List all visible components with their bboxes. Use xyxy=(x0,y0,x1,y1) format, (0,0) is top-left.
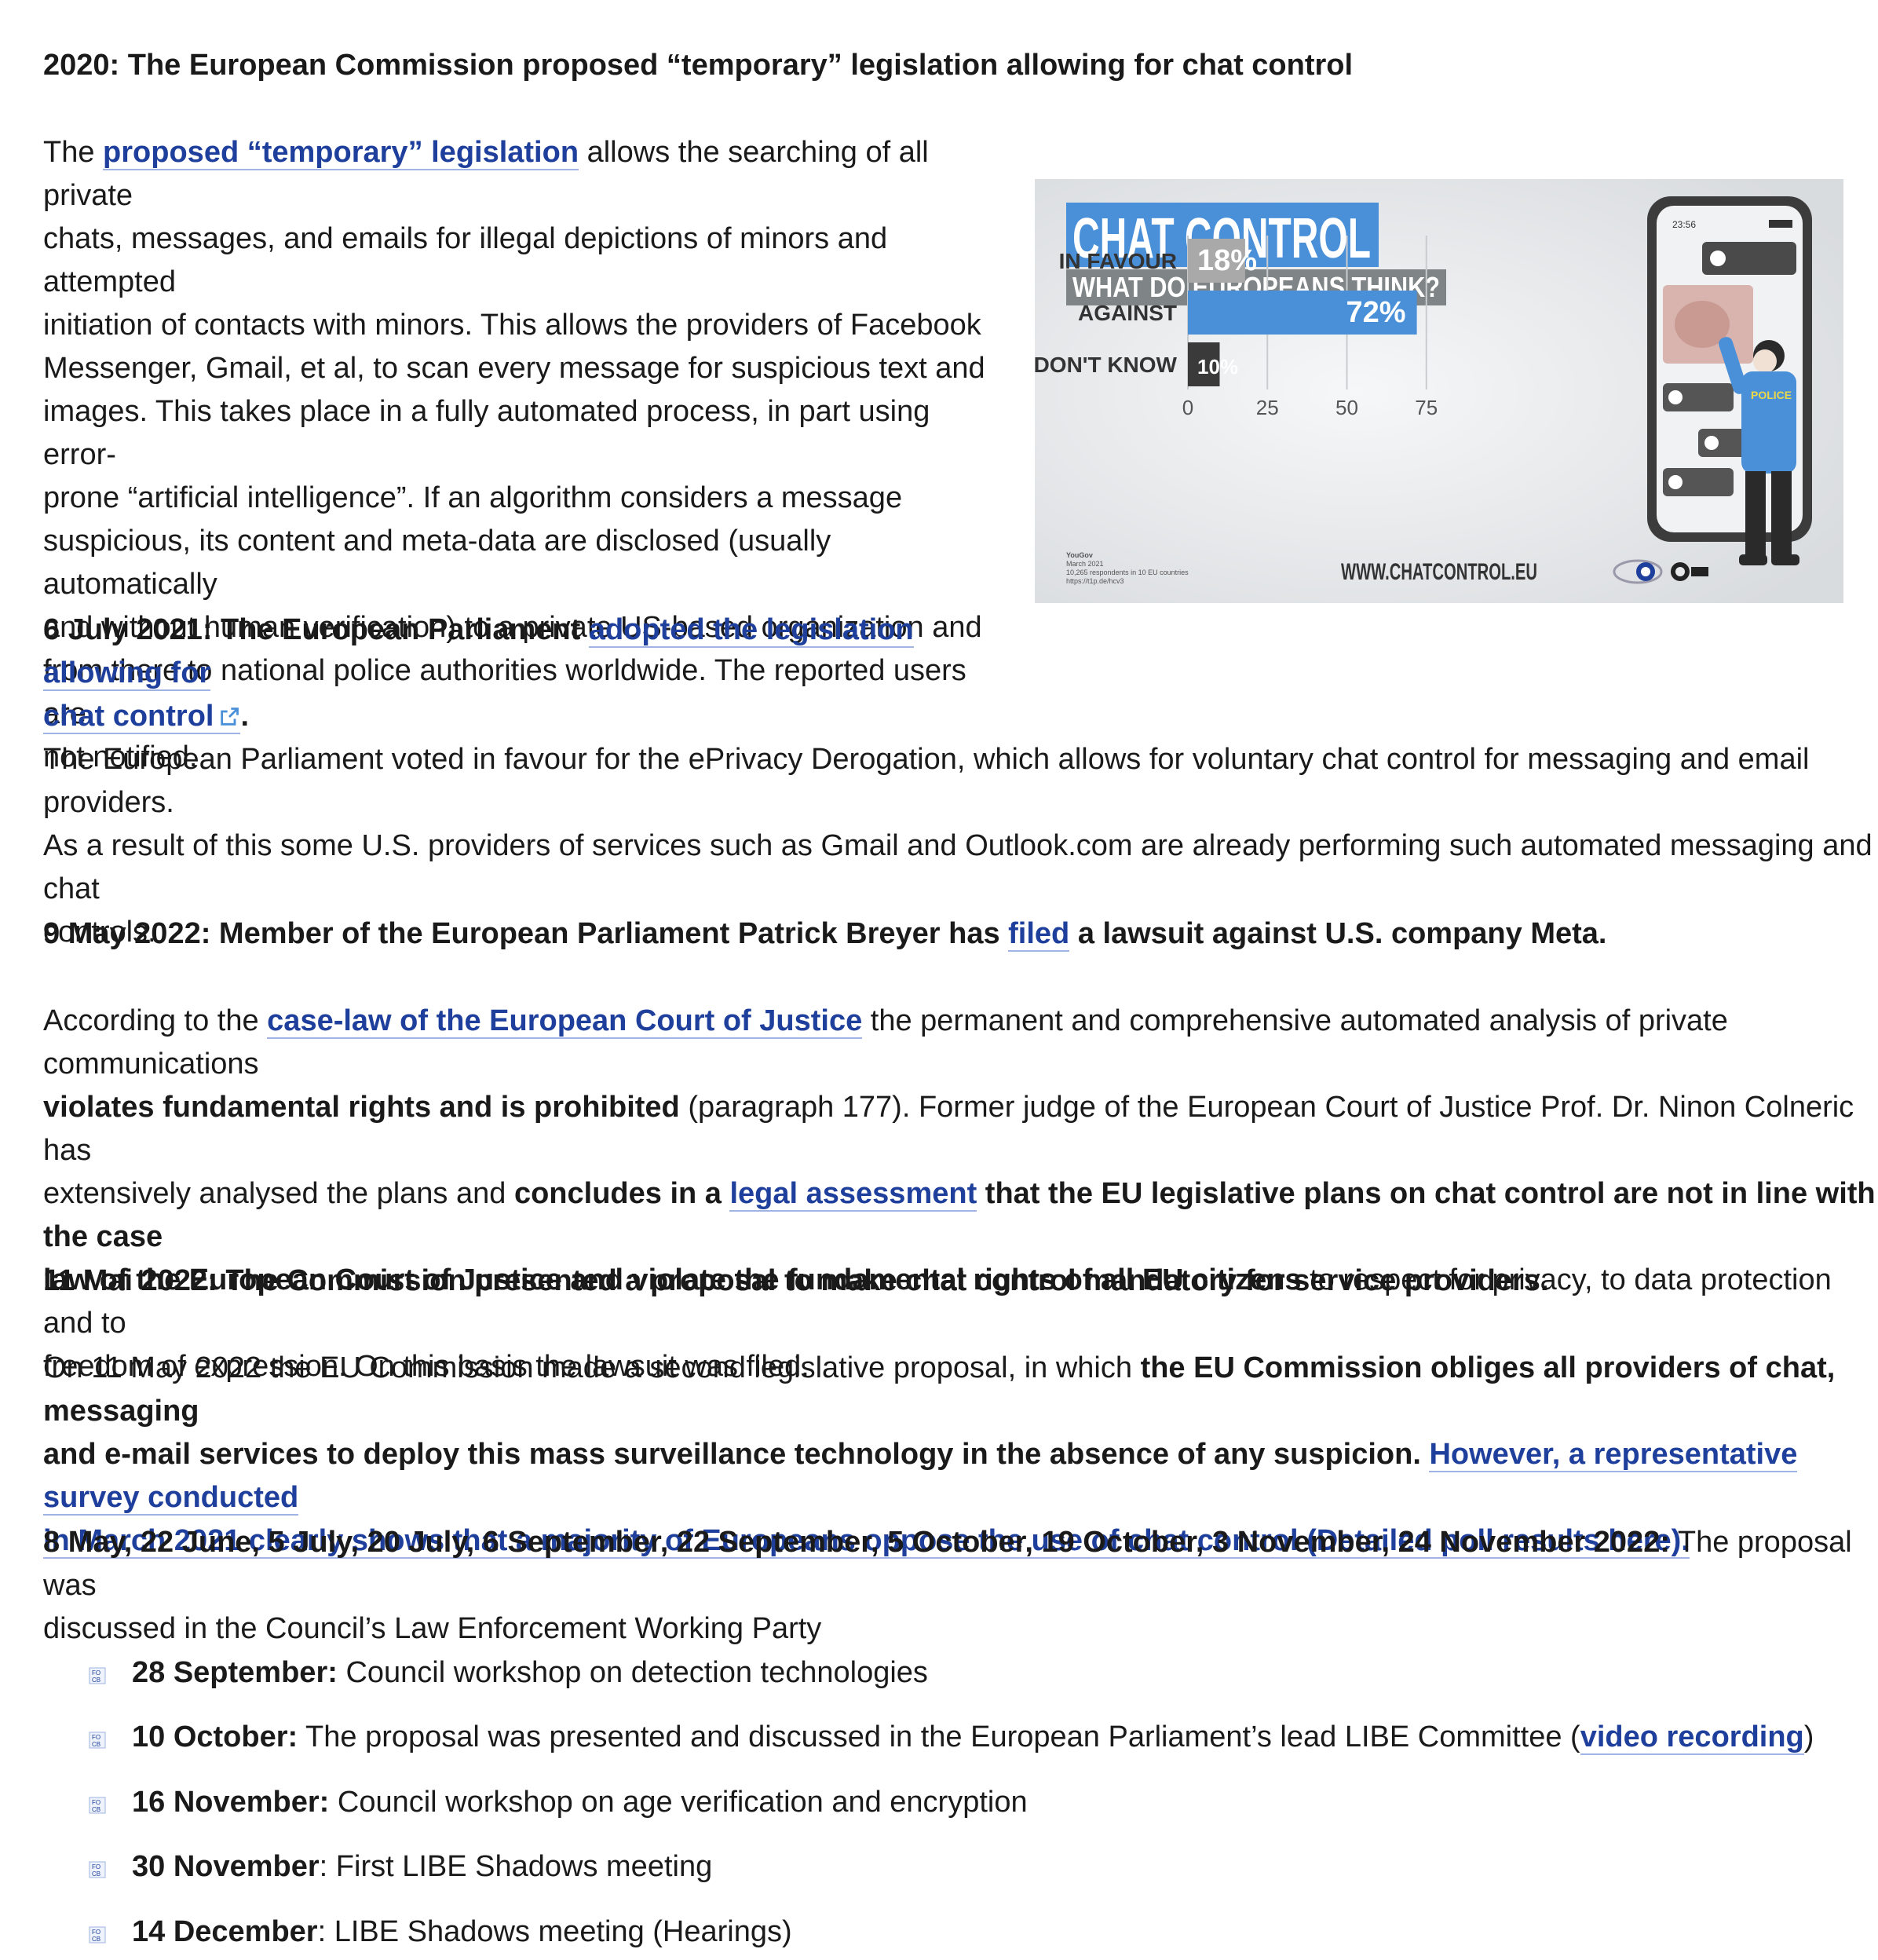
heading-2021-prefix: 6 July 2021: The European Parliament xyxy=(43,613,589,646)
timeline-date-2: 16 November: xyxy=(132,1786,330,1819)
filed-link[interactable]: filed xyxy=(1008,917,1070,952)
x-tick-label: 25 xyxy=(1256,396,1279,419)
timeline-desc-1: The proposal was presented and discussed… xyxy=(298,1720,1580,1753)
x-tick-label: 0 xyxy=(1182,396,1193,419)
meetings-line2: discussed in the Council’s Law Enforceme… xyxy=(43,1612,822,1645)
timeline-date-1: 10 October: xyxy=(132,1720,298,1753)
svg-text:FO: FO xyxy=(92,1863,100,1870)
heading-9-may-2022: 9 May 2022: Member of the European Parli… xyxy=(43,912,1606,956)
data-label: 10% xyxy=(1197,355,1238,378)
category-label: AGAINST xyxy=(1078,301,1177,325)
video-recording-link[interactable]: video recording xyxy=(1580,1720,1804,1755)
p9may-l2-bold: violates fundamental rights and is prohi… xyxy=(43,1091,680,1124)
meetings-dates: 8 May, 22 June, 5 July, 20 July, 6 Septe… xyxy=(43,1526,1670,1559)
svg-text:CB: CB xyxy=(92,1870,100,1878)
para-prefix: The xyxy=(43,136,104,169)
para-line-1: chats, messages, and emails for illegal … xyxy=(43,222,888,298)
svg-text:CB: CB xyxy=(92,1677,100,1684)
timeline-desc-0: Council workshop on detection technologi… xyxy=(337,1656,928,1689)
timeline-desc-4: : LIBE Shadows meeting (Hearings) xyxy=(317,1915,792,1948)
timeline-desc-3: : First LIBE Shadows meeting xyxy=(319,1850,713,1883)
heading-2020: 2020: The European Commission proposed “… xyxy=(43,49,1354,82)
data-label: 72% xyxy=(1346,296,1406,329)
website-label: WWW.CHATCONTROL.EU xyxy=(1341,559,1537,585)
timeline-text-2: 16 November: Council workshop on age ver… xyxy=(132,1781,1028,1824)
focb-bullet-icon: FOCB xyxy=(89,1861,106,1878)
focb-bullet-icon: FOCB xyxy=(89,1731,106,1749)
paragraph-9-may-2022: According to the case-law of the Europea… xyxy=(43,1000,1878,1388)
svg-text:CB: CB xyxy=(92,1936,100,1943)
external-link-icon xyxy=(221,708,239,726)
source-line-2: 10,265 respondents in 10 EU countries xyxy=(1066,569,1189,576)
para-line-4: images. This takes place in a fully auto… xyxy=(43,395,930,471)
paragraph-meetings-2022: 8 May, 22 June, 5 July, 20 July, 6 Septe… xyxy=(43,1521,1878,1651)
source-line-1: March 2021 xyxy=(1066,560,1104,568)
heading-9may-suffix: a lawsuit against U.S. company Meta. xyxy=(1069,917,1607,950)
case-law-link[interactable]: case-law of the European Court of Justic… xyxy=(267,1004,863,1039)
focb-bullet-icon: FOCB xyxy=(89,1797,106,1814)
timeline-text-1: 10 October: The proposal was presented a… xyxy=(132,1716,1814,1759)
data-label: 18% xyxy=(1197,244,1257,277)
timeline-desc-2: Council workshop on age verification and… xyxy=(329,1786,1028,1819)
heading-2021: 6 July 2021: The European Parliament ado… xyxy=(43,609,1017,738)
legal-assessment-link[interactable]: legal assessment xyxy=(729,1177,977,1212)
police-label: POLICE xyxy=(1751,389,1792,401)
timeline-date-0: 28 September: xyxy=(132,1656,338,1689)
heading-9may-prefix: 9 May 2022: Member of the European Parli… xyxy=(43,917,1009,950)
p2021-line-0: The European Parliament voted in favour … xyxy=(43,743,1810,819)
para-line-2: initiation of contacts with minors. This… xyxy=(43,309,981,342)
para-line-3: Messenger, Gmail, et al, to scan every m… xyxy=(43,352,985,385)
timeline-after-1: ) xyxy=(1803,1720,1814,1753)
heading-11-mai-2022: 11 Mai 2022: The Commission presented a … xyxy=(43,1264,1549,1297)
category-label: IN FAVOUR xyxy=(1059,249,1177,273)
para-line-6: suspicious, its content and meta-data ar… xyxy=(43,525,831,601)
proposed-legislation-link[interactable]: proposed “temporary” legislation xyxy=(103,136,579,170)
svg-text:FO: FO xyxy=(92,1799,100,1806)
source-line-3: https://t1p.de/hcv3 xyxy=(1066,577,1124,585)
timeline-text-3: 30 November: First LIBE Shadows meeting xyxy=(132,1845,712,1889)
heading-2021-suffix: . xyxy=(240,700,250,733)
svg-text:FO: FO xyxy=(92,1734,100,1741)
svg-text:CB: CB xyxy=(92,1741,100,1748)
source-line-0: YouGov xyxy=(1066,551,1093,559)
timeline-text-4: 14 December: LIBE Shadows meeting (Heari… xyxy=(132,1911,792,1954)
p2021-line-1: As a result of this some U.S. providers … xyxy=(43,829,1873,905)
chat-control-infographic: CHAT CONTROL WHAT DO EUROPEANS THINK? 02… xyxy=(1035,179,1843,603)
x-tick-label: 50 xyxy=(1335,396,1358,419)
timeline-date-3: 30 November xyxy=(132,1850,320,1883)
focb-bullet-icon: FOCB xyxy=(89,1926,106,1944)
infographic-svg: CHAT CONTROL WHAT DO EUROPEANS THINK? 02… xyxy=(1035,179,1843,603)
svg-text:FO: FO xyxy=(92,1669,100,1677)
para-line-5: prone “artificial intelligence”. If an a… xyxy=(43,481,903,514)
adopted-legislation-link-line2[interactable]: chat control xyxy=(43,700,241,734)
p9may-l3-plain: extensively analysed the plans and xyxy=(43,1177,514,1210)
p9may-l3-bold1: concludes in a xyxy=(513,1177,730,1210)
timeline-text-0: 28 September: Council workshop on detect… xyxy=(132,1651,928,1695)
p11mai-l2-bold: and e-mail services to deploy this mass … xyxy=(43,1438,1421,1471)
phone-time: 23:56 xyxy=(1672,219,1696,230)
focb-bullet-icon: FOCB xyxy=(89,1667,106,1684)
p11mai-l1-plain: On 11 May 2022 the EU Commission made a … xyxy=(43,1351,1141,1384)
svg-text:FO: FO xyxy=(92,1929,100,1936)
category-label: DON'T KNOW xyxy=(1035,353,1178,377)
timeline-date-4: 14 December xyxy=(132,1915,318,1948)
svg-text:CB: CB xyxy=(92,1806,100,1813)
x-tick-label: 75 xyxy=(1415,396,1438,419)
p9may-l1-prefix: According to the xyxy=(43,1004,268,1037)
adopted-link-text: chat control xyxy=(43,700,214,733)
